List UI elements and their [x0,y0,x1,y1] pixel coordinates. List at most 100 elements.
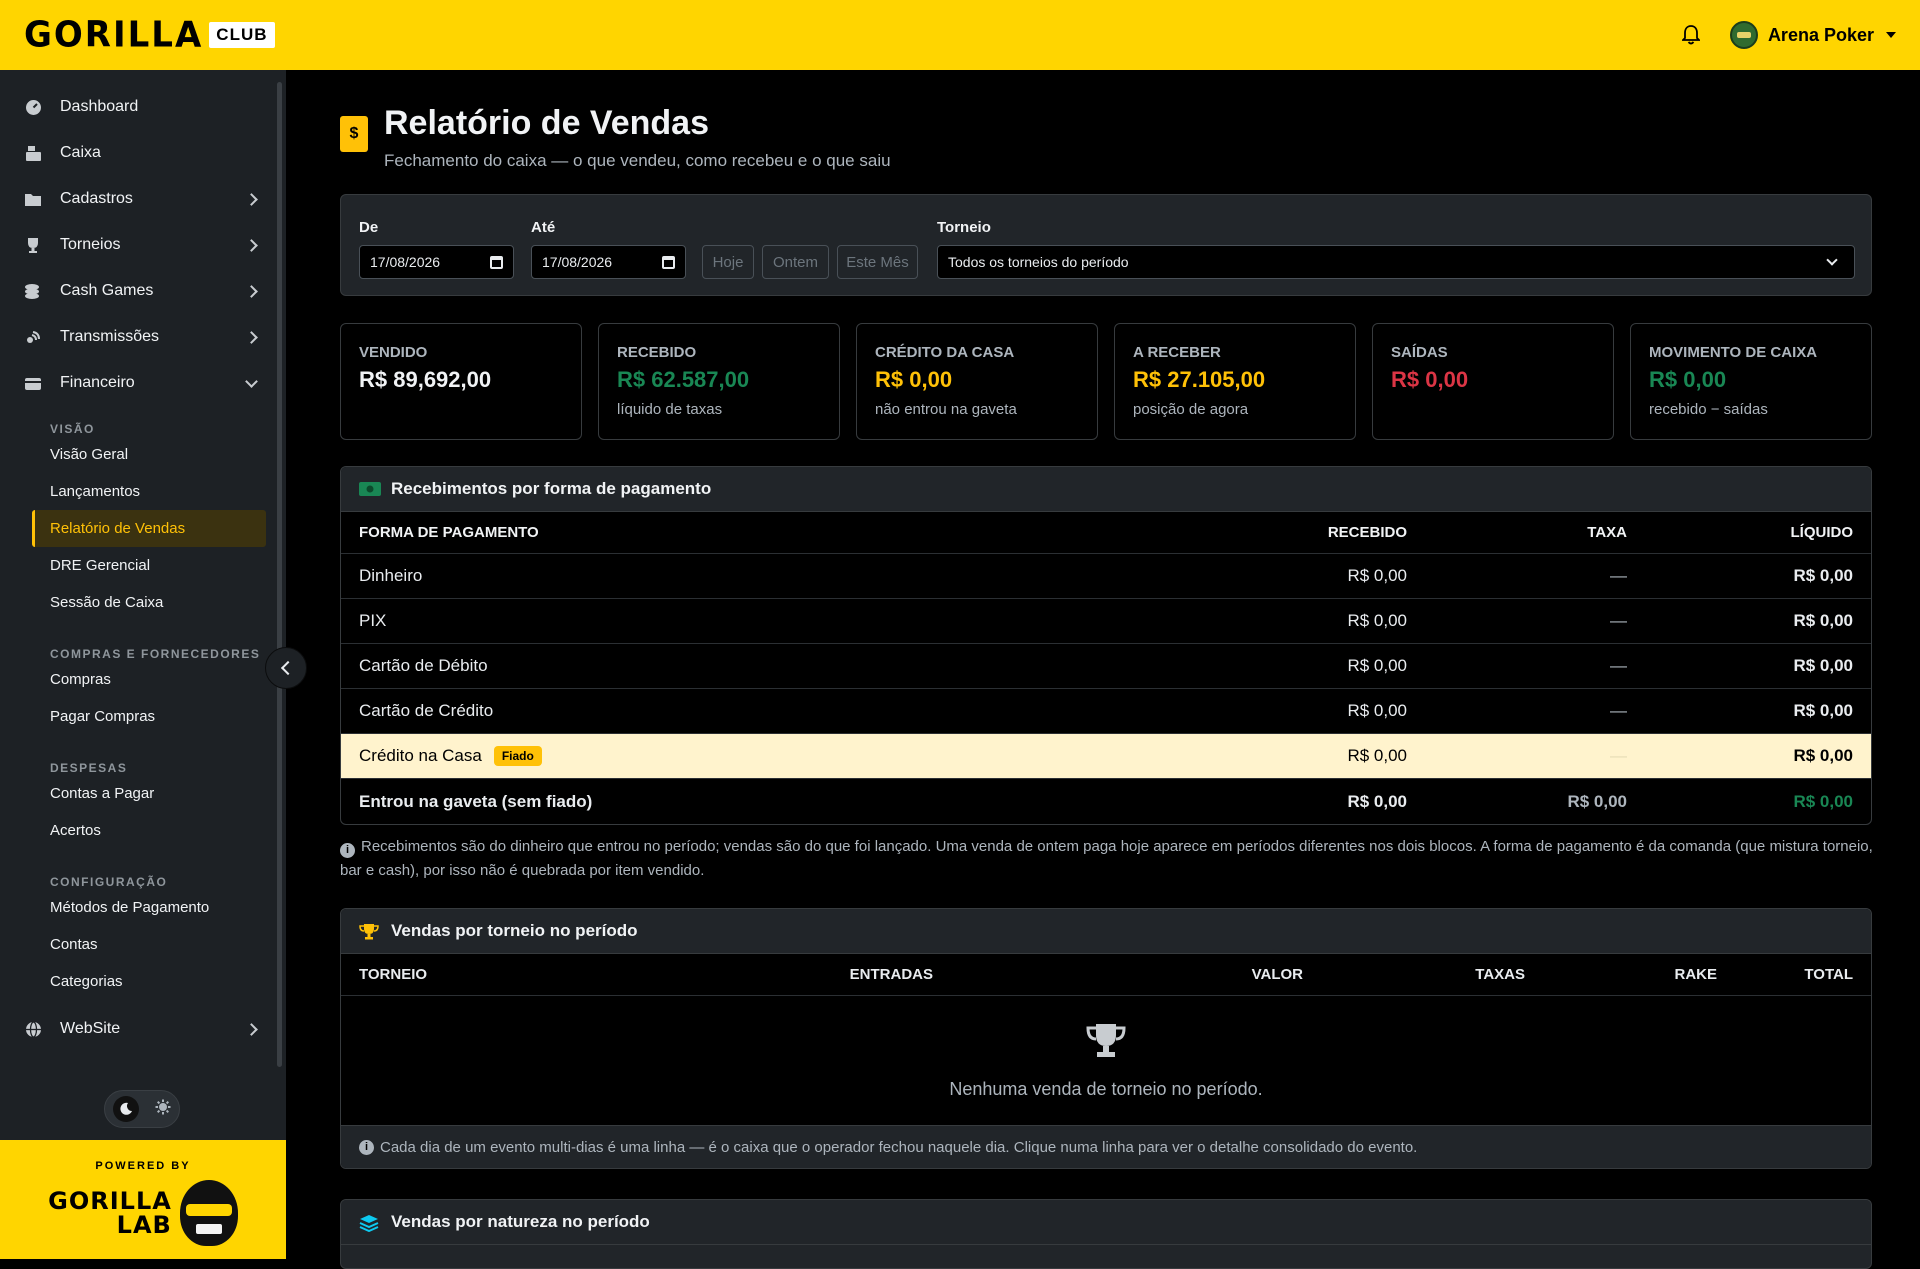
sidebar-item-dashboard[interactable]: Dashboard [0,84,286,130]
sidebar-item-label: Financeiro [60,374,135,391]
sidebar-sub-pagar-compras[interactable]: Pagar Compras [32,698,266,735]
sidebar-sub-dre[interactable]: DRE Gerencial [32,547,266,584]
brand-club-tag: CLUB [209,22,275,48]
sidebar: Dashboard Caixa Cadastros Torneios Cash … [0,70,286,1259]
sidebar-item-cadastros[interactable]: Cadastros [0,176,286,222]
trophy-icon [359,923,381,940]
gorilla-lab-logo: GORILLA LAB [0,1180,286,1246]
tournament-select[interactable]: Todos os torneios do período [937,245,1855,279]
sidebar-scrollbar[interactable] [277,82,282,1067]
sidebar-sub-sessao-caixa[interactable]: Sessão de Caixa [32,584,266,621]
page-subtitle: Fechamento do caixa — o que vendeu, como… [384,151,891,170]
page-title: Relatório de Vendas [384,104,709,142]
tournaments-table-header: Vendas por torneio no período [341,909,1871,954]
stat-card-recebido: RECEBIDO R$ 62.587,00 líquido de taxas [598,323,840,440]
lab-word-1: GORILLA [48,1187,172,1215]
dashboard-icon [24,98,42,116]
table-header-row: TORNEIO ENTRADAS VALOR TAXAS RAKE TOTAL [341,954,1871,996]
date-to-label: Até [531,219,556,236]
avatar [1729,21,1758,49]
chevron-right-icon [245,192,258,206]
chevron-down-icon [1826,254,1838,266]
natureza-table-header: Vendas por natureza no período [341,1200,1871,1245]
coins-icon [24,282,42,300]
stat-card-credito-casa: CRÉDITO DA CASA R$ 0,00 não entrou na ga… [856,323,1098,440]
date-from-input[interactable]: 17/08/2026 [359,245,514,279]
empty-state: Nenhuma venda de torneio no período. [341,996,1871,1126]
powered-by-label: POWERED BY [95,1160,191,1172]
sidebar-item-label: WebSite [60,1020,121,1037]
invoice-dollar-icon: $ [340,116,368,152]
table-row-total: Entrou na gaveta (sem fiado) R$ 0,00 R$ … [359,791,1853,811]
sidebar-item-financeiro[interactable]: Financeiro [0,360,286,406]
date-from-label: De [359,219,379,236]
lab-word-2: LAB [116,1211,172,1239]
table-row-fiado[interactable]: Crédito na Casa Fiado R$ 0,00 — R$ 0,00 [341,734,1871,779]
sidebar-sub-categorias[interactable]: Categorias [32,963,266,1000]
sidebar-sub-metodos-pagamento[interactable]: Métodos de Pagamento [32,889,266,926]
money-bill-icon [359,481,381,497]
cash-register-icon [24,144,42,162]
yesterday-button[interactable]: Ontem [762,245,829,279]
empty-state-text: Nenhuma venda de torneio no período. [949,1078,1263,1099]
sidebar-item-label: Torneios [60,236,121,253]
top-bar: GORILLA CLUB Arena Poker [0,0,1920,70]
calendar-icon [662,255,675,269]
table-row[interactable]: Cartão de Crédito R$ 0,00 — R$ 0,00 [341,689,1871,734]
chevron-right-icon [245,284,258,298]
sidebar-sub-visao-geral[interactable]: Visão Geral [32,436,266,473]
bell-icon[interactable] [1680,24,1702,46]
stat-card-saidas: SAÍDAS R$ 0,00 [1372,323,1614,440]
sidebar-item-caixa[interactable]: Caixa [0,130,286,176]
table-row[interactable]: Cartão de Débito R$ 0,00 — R$ 0,00 [341,644,1871,689]
info-icon: i [340,842,355,858]
trophy-icon [24,236,42,254]
sidebar-sub-acertos[interactable]: Acertos [32,812,266,849]
today-button[interactable]: Hoje [702,245,754,279]
brand-word: GORILLA [24,14,204,56]
powered-by-banner[interactable]: POWERED BY GORILLA LAB [0,1140,286,1259]
date-to-input[interactable]: 17/08/2026 [531,245,686,279]
payments-table-card: Recebimentos por forma de pagamento FORM… [340,466,1872,825]
sidebar-sub-relatorio-vendas[interactable]: Relatório de Vendas [32,510,266,547]
stat-card-a-receber: A RECEBER R$ 27.105,00 posição de agora [1114,323,1356,440]
section-label-configuracao: CONFIGURAÇÃO [50,875,168,889]
info-icon: i [359,1139,374,1155]
payments-table-header: Recebimentos por forma de pagamento [341,467,1871,512]
main-content: $ Relatório de Vendas Fechamento do caix… [286,70,1920,1269]
this-month-button[interactable]: Este Mês [837,245,918,279]
sidebar-item-label: Dashboard [60,98,139,115]
theme-toggle[interactable] [104,1090,180,1128]
sun-gear-icon [155,1099,171,1120]
sidebar-item-torneios[interactable]: Torneios [0,222,286,268]
gorilla-mascot-icon [179,1180,238,1246]
broadcast-icon [24,328,42,346]
sidebar-sub-contas[interactable]: Contas [32,926,266,963]
globe-icon [24,1020,42,1038]
table-row[interactable]: PIX R$ 0,00 — R$ 0,00 [341,599,1871,644]
tournaments-table-card: Vendas por torneio no período TORNEIO EN… [340,908,1872,1169]
sidebar-item-cash-games[interactable]: Cash Games [0,268,286,314]
tournaments-info-note: i Cada dia de um evento multi-dias é uma … [341,1126,1871,1168]
stat-card-vendido: VENDIDO R$ 89,692,00 [340,323,582,440]
sidebar-item-label: Transmissões [60,328,159,345]
wallet-icon [24,374,42,392]
table-row[interactable]: Dinheiro R$ 0,00 — R$ 0,00 [341,554,1871,599]
folder-icon [24,190,42,208]
sidebar-sub-contas-pagar[interactable]: Contas a Pagar [32,775,266,812]
sidebar-sub-lancamentos[interactable]: Lançamentos [32,473,266,510]
collapse-sidebar-button[interactable] [265,647,307,689]
calendar-icon [490,255,503,269]
brand-logo[interactable]: GORILLA CLUB [24,14,275,56]
chevron-right-icon [245,330,258,344]
fiado-badge: Fiado [493,746,542,766]
chevron-left-icon [280,660,296,676]
chevron-right-icon [245,238,258,252]
trophy-icon [1085,1022,1127,1065]
user-menu[interactable]: Arena Poker [1729,21,1896,49]
sidebar-item-label: Caixa [60,144,101,161]
sidebar-sub-compras[interactable]: Compras [32,661,266,698]
sidebar-item-transmissoes[interactable]: Transmissões [0,314,286,360]
sidebar-item-website[interactable]: WebSite [0,1006,286,1052]
chevron-right-icon [245,1022,258,1036]
